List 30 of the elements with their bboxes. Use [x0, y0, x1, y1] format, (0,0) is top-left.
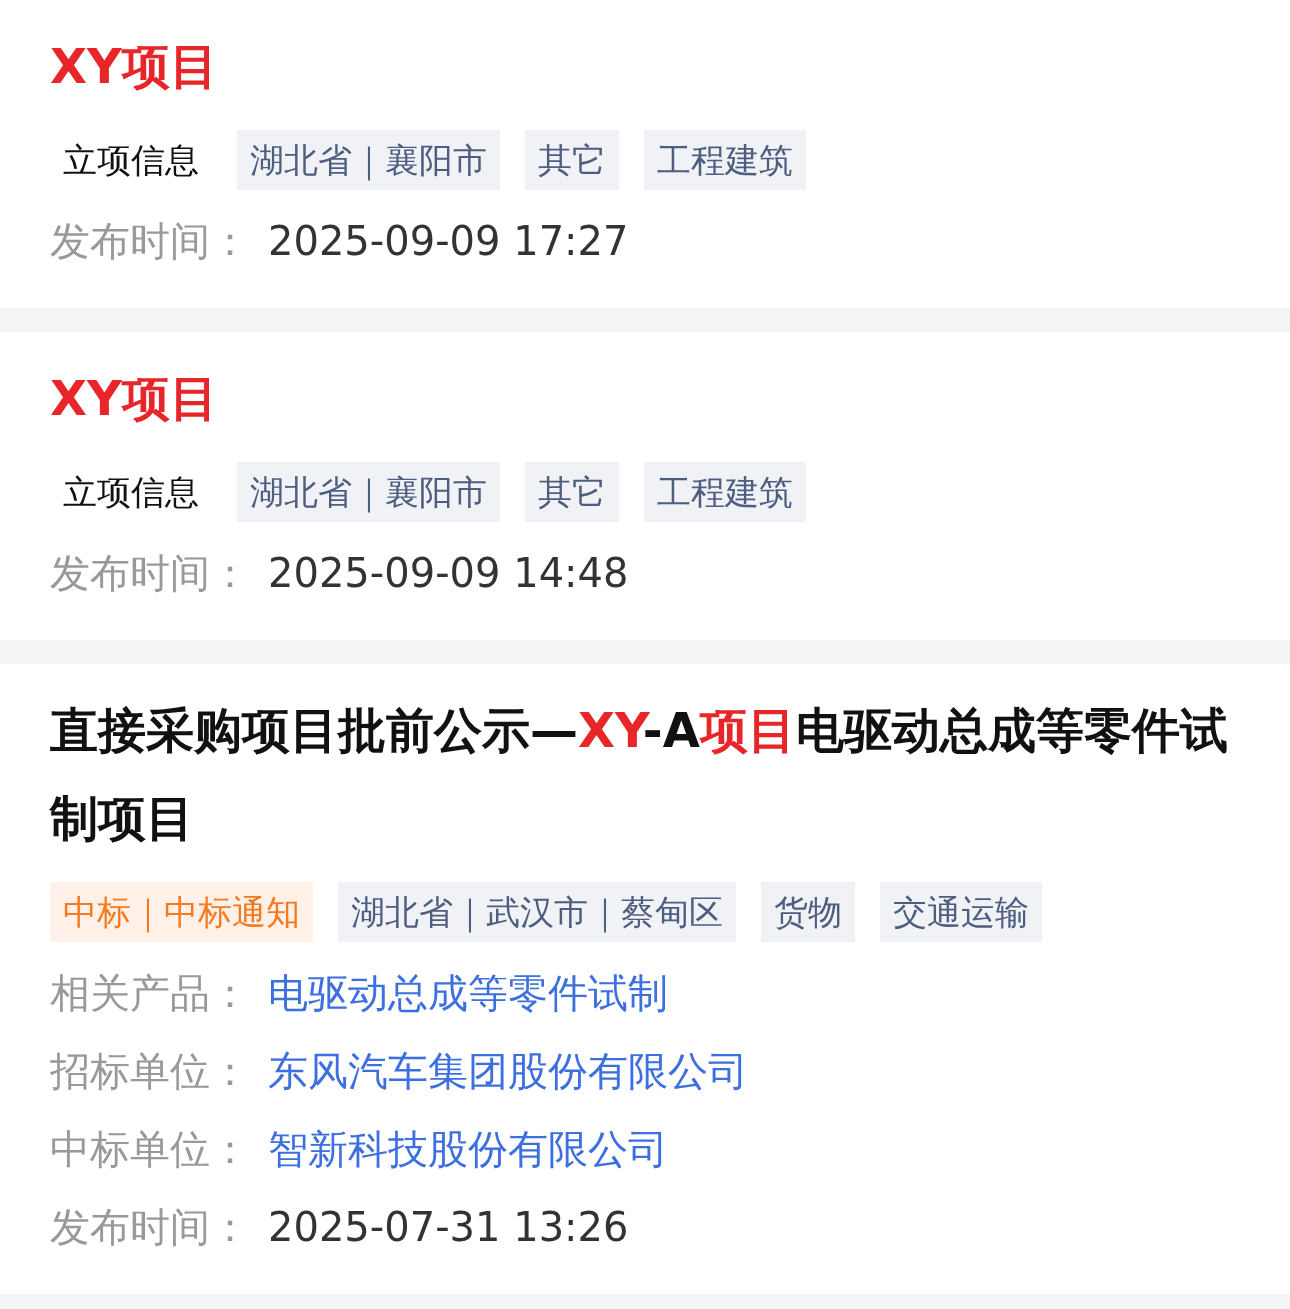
field-value: 2025-09-09 17:27	[268, 218, 629, 264]
field-label: 发布时间：	[50, 548, 251, 598]
field-label: 中标单位：	[50, 1124, 251, 1174]
field-link[interactable]: 智新科技股份有限公司	[268, 1121, 668, 1177]
field-link[interactable]: 东风汽车集团股份有限公司	[268, 1043, 748, 1099]
type-label: 立项信息	[62, 471, 200, 514]
field-label: 发布时间：	[50, 1202, 251, 1252]
field-label: 相关产品：	[50, 968, 251, 1018]
category-tag: 其它	[525, 462, 619, 522]
category-tag: 湖北省｜武汉市｜蔡甸区	[338, 882, 736, 942]
status-tag: 中标｜中标通知	[50, 882, 313, 942]
category-tag: 交通运输	[880, 882, 1042, 942]
category-tag: 湖北省｜襄阳市	[237, 462, 500, 522]
result-card[interactable]: XY项目 立项信息 湖北省｜襄阳市 其它 工程建筑 发布时间： 2025-09-09 17:27	[0, 0, 1290, 308]
type-label: 立项信息	[62, 139, 200, 182]
result-card[interactable]: 直接采购项目批前公示—XY-A项目 电驱动总成等零件试制项目 中标｜中标通知 湖北省｜武汉市｜蔡甸区 货物 交通运输 相关产品： 电驱动总成等零件试制 招标单位： 东风汽车集团股份有限公司 中标单位： 智新科技股份有限公司 发布时间： 2025-07-31 13:26	[0, 664, 1290, 1294]
category-tag: 货物	[761, 882, 855, 942]
field-value: 2025-07-31 13:26	[268, 1204, 629, 1250]
result-card[interactable]: XY项目 立项信息 湖北省｜襄阳市 其它 工程建筑 发布时间： 2025-09-09 14:48	[0, 332, 1290, 640]
category-tag: 湖北省｜襄阳市	[237, 130, 500, 190]
field-link[interactable]: 电驱动总成等零件试制	[268, 965, 668, 1021]
project-title[interactable]: XY项目	[50, 354, 1240, 442]
category-tag: 其它	[525, 130, 619, 190]
field-value: 2025-09-09 14:48	[268, 550, 629, 596]
project-title[interactable]: 直接采购项目批前公示—XY-A项目 电驱动总成等零件试制项目	[50, 686, 1240, 862]
category-tag: 工程建筑	[644, 130, 806, 190]
category-tag: 工程建筑	[644, 462, 806, 522]
project-title[interactable]: XY项目	[50, 22, 1240, 110]
field-label: 发布时间：	[50, 216, 251, 266]
field-label: 招标单位：	[50, 1046, 251, 1096]
